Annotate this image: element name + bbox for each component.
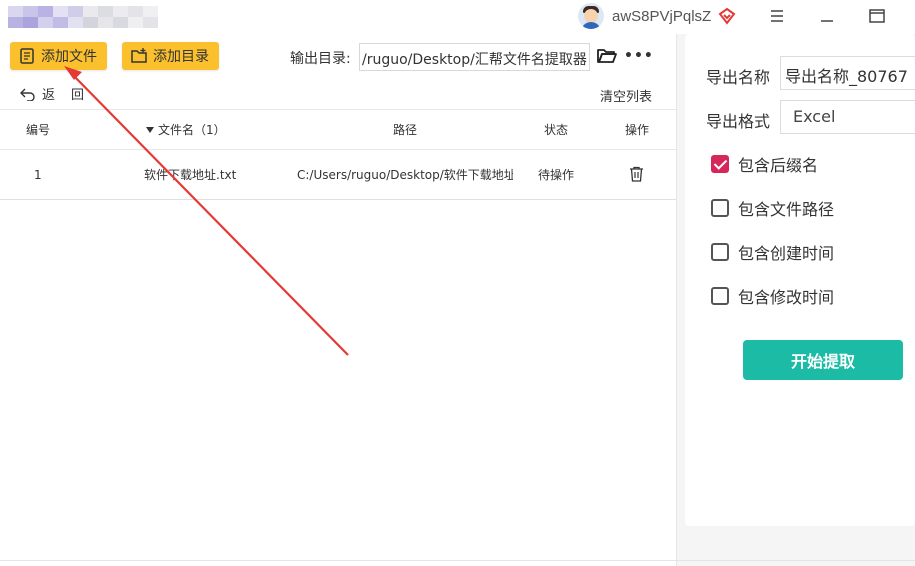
add-folder-icon [131, 48, 147, 63]
file-list-area: 添加文件 添加目录 输出目录: /ruguo/Desktop/汇帮文件名提取器 … [0, 34, 677, 566]
table-header: 编号 文件名（1） 路径 状态 操作 [0, 109, 676, 150]
user-info[interactable]: awS8PVjPqlsZ [578, 3, 736, 29]
back-arrow-icon [20, 88, 35, 101]
column-path[interactable]: 路径 [393, 110, 417, 150]
option-include-path[interactable]: 包含文件路径 [711, 196, 834, 220]
folder-open-icon[interactable] [597, 47, 617, 65]
add-file-button[interactable]: 添加文件 [10, 42, 107, 70]
option-include-modified-time[interactable]: 包含修改时间 [711, 284, 834, 308]
option-include-extension[interactable]: 包含后缀名 [711, 152, 818, 176]
export-format-select[interactable]: Excel [780, 100, 915, 134]
row-filename: 软件下载地址.txt [144, 168, 237, 182]
checkbox-icon[interactable] [711, 243, 729, 261]
row-status: 待操作 [538, 168, 575, 182]
add-file-label: 添加文件 [41, 49, 97, 65]
option-include-path-label: 包含文件路径 [738, 200, 835, 219]
export-name-label: 导出名称 [706, 68, 771, 87]
column-status[interactable]: 状态 [544, 110, 568, 150]
output-dir-field[interactable]: /ruguo/Desktop/汇帮文件名提取器 [359, 43, 590, 71]
option-include-extension-label: 包含后缀名 [738, 156, 819, 175]
add-directory-button[interactable]: 添加目录 [122, 42, 219, 70]
export-format-label: 导出格式 [706, 112, 771, 131]
settings-sidebar: 导出名称 导出名称_80767 导出格式 Excel 包含后缀名 包含文件路径 … [677, 34, 915, 566]
maximize-icon[interactable] [865, 5, 889, 27]
row-path: C:/Users/ruguo/Desktop/软件下载地址 [297, 168, 513, 182]
table-row[interactable]: 1 软件下载地址.txt C:/Users/ruguo/Desktop/软件下载… [0, 150, 676, 200]
clear-list-button[interactable]: 清空列表 [600, 86, 652, 105]
username[interactable]: awS8PVjPqlsZ [612, 8, 711, 25]
checkbox-icon[interactable] [711, 287, 729, 305]
back-button[interactable]: 返 回 [20, 84, 84, 103]
vip-diamond-icon[interactable] [718, 7, 736, 25]
sort-down-icon [146, 127, 154, 133]
checkbox-checked-icon[interactable] [711, 155, 729, 173]
column-filename[interactable]: 文件名（1） [145, 110, 226, 150]
hamburger-icon[interactable] [765, 5, 789, 27]
row-index: 1 [34, 168, 42, 182]
add-directory-label: 添加目录 [153, 49, 209, 65]
add-file-icon [20, 48, 34, 64]
minimize-icon[interactable] [815, 5, 839, 27]
app-logo [8, 6, 158, 28]
export-name-field[interactable]: 导出名称_80767 [780, 56, 915, 90]
avatar[interactable] [578, 3, 604, 29]
option-include-modified-time-label: 包含修改时间 [738, 288, 835, 307]
title-bar: awS8PVjPqlsZ [0, 0, 915, 34]
more-options-icon[interactable]: ••• [624, 48, 654, 64]
bottom-divider [0, 560, 915, 561]
settings-panel: 导出名称 导出名称_80767 导出格式 Excel 包含后缀名 包含文件路径 … [685, 34, 915, 526]
column-action: 操作 [625, 123, 650, 137]
start-extract-button[interactable]: 开始提取 [743, 340, 903, 380]
column-filename-label: 文件名（1） [158, 123, 226, 137]
trash-icon[interactable] [629, 166, 644, 185]
option-include-created-time[interactable]: 包含创建时间 [711, 240, 834, 264]
column-index[interactable]: 编号 [26, 110, 50, 150]
checkbox-icon[interactable] [711, 199, 729, 217]
back-label-2: 回 [71, 88, 85, 103]
option-include-created-time-label: 包含创建时间 [738, 244, 835, 263]
output-dir-label: 输出目录: [290, 51, 351, 67]
back-label-1: 返 [42, 88, 56, 103]
